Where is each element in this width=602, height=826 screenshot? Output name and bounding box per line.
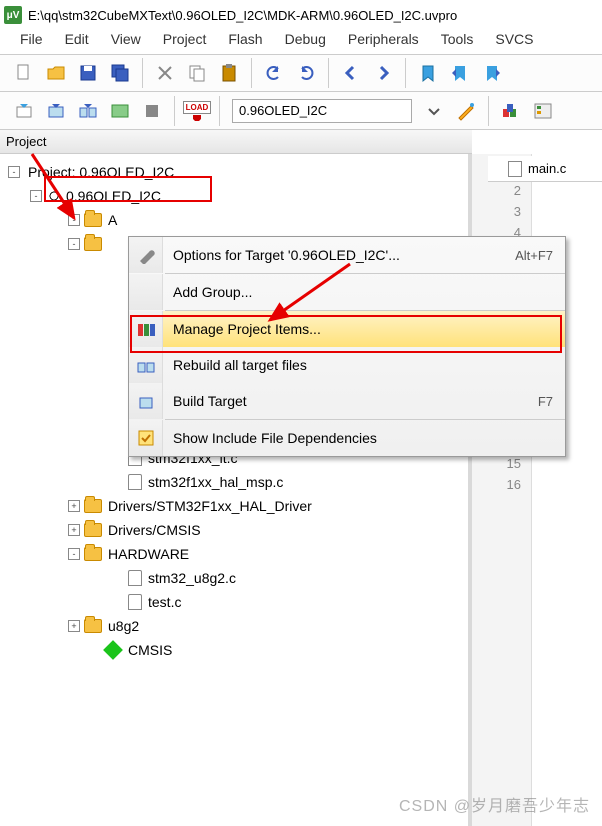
menu-item[interactable]: Add Group... bbox=[129, 274, 565, 310]
target-selector[interactable]: 0.96OLED_I2C bbox=[232, 99, 412, 123]
line-number: 2 bbox=[472, 183, 531, 204]
file-icon bbox=[128, 594, 142, 610]
menu-view[interactable]: View bbox=[101, 29, 151, 49]
menu-flash[interactable]: Flash bbox=[218, 29, 272, 49]
menu-item[interactable]: Manage Project Items... bbox=[129, 311, 565, 347]
bookmark-icon[interactable] bbox=[418, 63, 438, 83]
tree-expander[interactable]: + bbox=[68, 620, 80, 632]
line-number: 15 bbox=[472, 456, 531, 477]
build-icon bbox=[129, 383, 163, 419]
options-icon[interactable] bbox=[456, 101, 476, 121]
toolbar-main bbox=[0, 54, 602, 92]
rebuild-icon[interactable] bbox=[78, 101, 98, 121]
tree-expander[interactable]: + bbox=[68, 524, 80, 536]
tree-expander[interactable]: - bbox=[8, 166, 20, 178]
nav-back-icon[interactable] bbox=[341, 63, 361, 83]
file-icon bbox=[128, 570, 142, 586]
menu-shortcut: Alt+F7 bbox=[515, 248, 553, 263]
folder-icon bbox=[84, 523, 102, 537]
nav-fwd-icon[interactable] bbox=[373, 63, 393, 83]
target-icon bbox=[46, 188, 62, 204]
file-icon bbox=[128, 474, 142, 490]
project-root[interactable]: Project: 0.96OLED_I2C bbox=[28, 164, 174, 180]
tree-item[interactable]: test.c bbox=[148, 594, 181, 610]
menu-item[interactable]: Options for Target '0.96OLED_I2C'...Alt+… bbox=[129, 237, 565, 273]
component-icon bbox=[103, 640, 123, 660]
menu-tools[interactable]: Tools bbox=[431, 29, 484, 49]
tree-item[interactable]: u8g2 bbox=[108, 618, 139, 634]
tree-item[interactable]: Drivers/STM32F1xx_HAL_Driver bbox=[108, 498, 312, 514]
folder-icon bbox=[84, 213, 102, 227]
tree-expander[interactable]: - bbox=[30, 190, 42, 202]
menu-debug[interactable]: Debug bbox=[275, 29, 336, 49]
watermark: CSDN @岁月磨吾少年志 bbox=[399, 792, 590, 816]
window-title: E:\qq\stm32CubeMXText\0.96OLED_I2C\MDK-A… bbox=[28, 8, 457, 23]
copy-icon[interactable] bbox=[187, 63, 207, 83]
build-icon[interactable] bbox=[46, 101, 66, 121]
tree-item[interactable]: stm32_u8g2.c bbox=[148, 570, 236, 586]
tree-item[interactable]: Drivers/CMSIS bbox=[108, 522, 201, 538]
bookmark-prev-icon[interactable] bbox=[450, 63, 470, 83]
open-icon[interactable] bbox=[46, 63, 66, 83]
menu-item-label: Show Include File Dependencies bbox=[173, 430, 553, 446]
check-icon bbox=[129, 420, 163, 456]
menu-item-label: Build Target bbox=[173, 393, 538, 409]
tree-expander[interactable]: + bbox=[68, 500, 80, 512]
menu-item[interactable]: Show Include File Dependencies bbox=[129, 420, 565, 456]
folder-icon bbox=[84, 499, 102, 513]
rebuild-icon bbox=[129, 347, 163, 383]
blank-icon bbox=[129, 274, 163, 310]
redo-icon[interactable] bbox=[296, 63, 316, 83]
tree-item[interactable]: A bbox=[108, 212, 117, 228]
save-icon[interactable] bbox=[78, 63, 98, 83]
menu-file[interactable]: File bbox=[10, 29, 53, 49]
paste-icon[interactable] bbox=[219, 63, 239, 83]
file-icon bbox=[508, 161, 522, 177]
tree-expander[interactable]: - bbox=[68, 214, 80, 226]
target-dropdown-icon[interactable] bbox=[424, 101, 444, 121]
stop-build-icon[interactable] bbox=[142, 101, 162, 121]
books-icon bbox=[129, 311, 163, 347]
tree-expander[interactable]: - bbox=[68, 238, 80, 250]
context-menu: Options for Target '0.96OLED_I2C'...Alt+… bbox=[128, 236, 566, 457]
line-number: 3 bbox=[472, 204, 531, 225]
tree-expander[interactable]: - bbox=[68, 548, 80, 560]
menu-item[interactable]: Rebuild all target files bbox=[129, 347, 565, 383]
menu-item[interactable]: Build TargetF7 bbox=[129, 383, 565, 419]
menu-item-label: Manage Project Items... bbox=[173, 321, 553, 337]
line-number: 16 bbox=[472, 477, 531, 498]
menu-item-label: Options for Target '0.96OLED_I2C'... bbox=[173, 247, 515, 263]
tree-item[interactable]: stm32f1xx_hal_msp.c bbox=[148, 474, 283, 490]
undo-icon[interactable] bbox=[264, 63, 284, 83]
manage-rte-icon[interactable] bbox=[533, 101, 553, 121]
translate-icon[interactable] bbox=[14, 101, 34, 121]
batch-build-icon[interactable] bbox=[110, 101, 130, 121]
manage-components-icon[interactable] bbox=[501, 101, 521, 121]
folder-icon bbox=[84, 237, 102, 251]
bookmark-next-icon[interactable] bbox=[482, 63, 502, 83]
menubar: FileEditViewProjectFlashDebugPeripherals… bbox=[0, 30, 602, 54]
menu-item-label: Rebuild all target files bbox=[173, 357, 553, 373]
editor-tab[interactable]: main.c bbox=[528, 161, 566, 176]
menu-item-label: Add Group... bbox=[173, 284, 553, 300]
folder-icon bbox=[84, 619, 102, 633]
target-node[interactable]: 0.96OLED_I2C bbox=[66, 188, 161, 204]
menu-edit[interactable]: Edit bbox=[55, 29, 99, 49]
save-all-icon[interactable] bbox=[110, 63, 130, 83]
toolbar-build: LOAD 0.96OLED_I2C bbox=[0, 92, 602, 130]
tree-item[interactable]: CMSIS bbox=[128, 642, 172, 658]
menu-svcs[interactable]: SVCS bbox=[485, 29, 543, 49]
wrench-icon bbox=[129, 237, 163, 273]
cut-icon[interactable] bbox=[155, 63, 175, 83]
menu-shortcut: F7 bbox=[538, 394, 553, 409]
folder-icon bbox=[84, 547, 102, 561]
app-logo: μV bbox=[4, 6, 22, 24]
menu-peripherals[interactable]: Peripherals bbox=[338, 29, 429, 49]
download-icon[interactable]: LOAD bbox=[187, 101, 207, 121]
project-panel-title: Project bbox=[6, 134, 46, 149]
menu-project[interactable]: Project bbox=[153, 29, 217, 49]
tree-item[interactable]: HARDWARE bbox=[108, 546, 189, 562]
new-icon[interactable] bbox=[14, 63, 34, 83]
